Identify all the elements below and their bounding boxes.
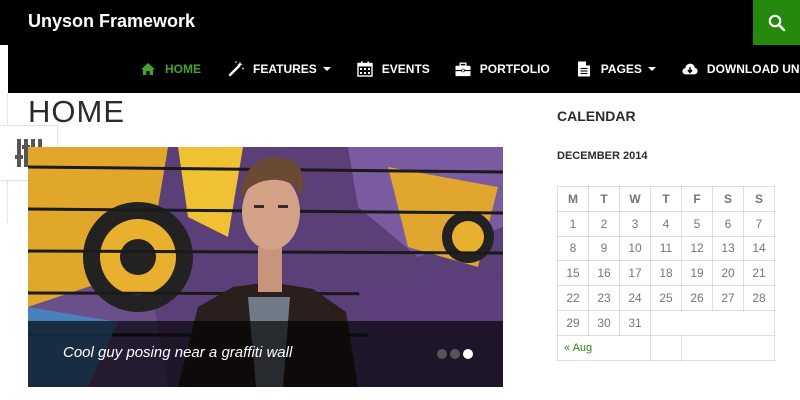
calendar-day: 19: [681, 260, 713, 287]
calendar-week-row: 29 30 31: [557, 309, 775, 336]
calendar-day: 17: [619, 260, 651, 287]
calendar-day: 22: [557, 285, 589, 311]
calendar-day: 31: [619, 309, 651, 336]
calendar-day: 13: [712, 235, 744, 262]
cloud-download-icon: [682, 61, 698, 77]
calendar-day: 10: [619, 235, 651, 262]
nav-item-home[interactable]: HOME: [140, 45, 201, 93]
calendar-day: 24: [619, 285, 651, 311]
search-button[interactable]: [753, 0, 800, 45]
calendar-day: 29: [557, 309, 589, 336]
briefcase-icon: [455, 61, 471, 77]
weekday-header: M: [557, 186, 589, 212]
image-slider[interactable]: Cool guy posing near a graffiti wall: [28, 147, 503, 387]
weekday-header: T: [650, 186, 682, 212]
slider-dot[interactable]: [450, 349, 460, 359]
nav-item-features[interactable]: FEATURES: [228, 45, 331, 93]
chevron-down-icon: [647, 67, 656, 71]
top-bar: Unyson Framework: [0, 0, 800, 45]
calendar-day: 15: [557, 260, 589, 287]
calendar-day: 12: [681, 235, 713, 262]
nav-item-events[interactable]: EVENTS: [357, 45, 430, 93]
calendar-week-row: 8 9 10 11 12 13 14: [557, 235, 775, 262]
weekday-header: S: [743, 186, 775, 212]
slider-dot[interactable]: [437, 349, 447, 359]
calendar-day: 1: [557, 210, 589, 237]
nav-label-home: HOME: [165, 62, 201, 76]
calendar-week-row: 1 2 3 4 5 6 7: [557, 210, 775, 237]
calendar-day: 30: [588, 309, 620, 336]
calendar-day: 6: [712, 210, 744, 237]
calendar-day: 18: [650, 260, 682, 287]
slider-dot-active[interactable]: [463, 349, 473, 359]
search-icon: [768, 14, 785, 31]
nav-label-portfolio: PORTFOLIO: [479, 62, 550, 76]
weekday-header: F: [681, 186, 713, 212]
calendar-day: 23: [588, 285, 620, 311]
nav-menu: HOME FEATURES EVENTS PORTFOLIO PAGES DOW…: [140, 45, 800, 93]
nav-item-download[interactable]: DOWNLOAD UNYSON: [682, 45, 800, 93]
weekday-header: S: [712, 186, 744, 212]
calendar-day: 14: [743, 235, 775, 262]
weekday-header: W: [619, 186, 651, 212]
calendar-icon: [357, 61, 373, 77]
calendar-day: 5: [681, 210, 713, 237]
document-icon: [576, 61, 592, 77]
calendar-weekday-row: M T W T F S S: [557, 186, 775, 212]
calendar-day: 8: [557, 235, 589, 262]
nav-label-pages: PAGES: [600, 62, 642, 76]
calendar-day: 4: [650, 210, 682, 237]
calendar-nav-spacer: [650, 334, 682, 361]
nav-item-portfolio[interactable]: PORTFOLIO: [455, 45, 550, 93]
calendar-nav-row: « Aug: [557, 334, 775, 361]
calendar-day: 26: [681, 285, 713, 311]
calendar-empty-cell: [650, 309, 775, 336]
slide-caption-bar: Cool guy posing near a graffiti wall: [28, 321, 503, 387]
home-icon: [140, 61, 156, 77]
calendar-day: 7: [743, 210, 775, 237]
nav-item-pages[interactable]: PAGES: [576, 45, 656, 93]
chevron-down-icon: [322, 67, 331, 71]
nav-label-download: DOWNLOAD UNYSON: [706, 62, 800, 76]
weekday-header: T: [588, 186, 620, 212]
calendar-table: M T W T F S S 1 2 3 4 5 6 7 8 9 10 11 12…: [557, 186, 775, 361]
nav-label-events: EVENTS: [381, 62, 430, 76]
calendar-day: 21: [743, 260, 775, 287]
slide-caption: Cool guy posing near a graffiti wall: [63, 344, 293, 361]
calendar-week-row: 22 23 24 25 26 27 28: [557, 285, 775, 311]
magic-wand-icon: [228, 61, 244, 77]
calendar-month-caption: DECEMBER 2014: [557, 150, 648, 162]
site-title[interactable]: Unyson Framework: [28, 11, 195, 32]
calendar-day: 27: [712, 285, 744, 311]
calendar-day: 3: [619, 210, 651, 237]
nav-label-features: FEATURES: [253, 62, 317, 76]
calendar-prev-month-link[interactable]: « Aug: [557, 334, 651, 361]
slider-pagination: [437, 349, 473, 359]
calendar-widget-title: CALENDAR: [557, 108, 636, 124]
page-title: HOME: [28, 94, 125, 129]
calendar-day: 20: [712, 260, 744, 287]
calendar-day: 9: [588, 235, 620, 262]
calendar-day: 25: [650, 285, 682, 311]
calendar-week-row: 15 16 17 18 19 20 21: [557, 260, 775, 287]
calendar-next-month-cell: [681, 334, 775, 361]
calendar-day: 2: [588, 210, 620, 237]
calendar-day: 16: [588, 260, 620, 287]
calendar-day: 11: [650, 235, 682, 262]
calendar-day: 28: [743, 285, 775, 311]
